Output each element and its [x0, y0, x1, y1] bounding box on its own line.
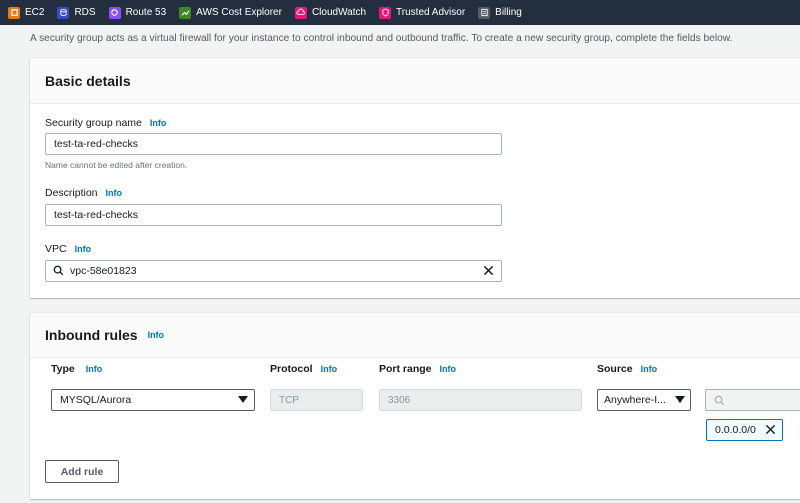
cloudwatch-icon	[294, 6, 307, 19]
favorites-bar: EC2 RDS Route 53 AWS Cost Explorer Cloud…	[0, 0, 800, 25]
rule-source-value: Anywhere-I...	[604, 394, 666, 406]
sg-name-input[interactable]: test-ta-red-checks	[45, 133, 502, 155]
inbound-rules-panel: Inbound rules Info Type Info Protocol In…	[30, 313, 800, 499]
col-type-header: Type Info	[51, 363, 102, 375]
search-icon	[53, 265, 64, 279]
col-port-info-link[interactable]: Info	[440, 364, 457, 374]
description-info-link[interactable]: Info	[106, 188, 123, 198]
vpc-value: vpc-58e01823	[70, 265, 137, 277]
trusted-advisor-icon	[379, 6, 392, 19]
favorite-label: RDS	[74, 7, 96, 18]
caret-down-icon	[675, 396, 685, 403]
sg-name-hint: Name cannot be edited after creation.	[45, 160, 188, 170]
favorite-label: AWS Cost Explorer	[196, 7, 282, 18]
description-input[interactable]: test-ta-red-checks	[45, 204, 502, 226]
cidr-token: 0.0.0.0/0	[706, 419, 783, 441]
col-protocol-header: Protocol Info	[270, 363, 337, 375]
favorite-label: EC2	[25, 7, 45, 18]
favorite-label: Trusted Advisor	[396, 7, 466, 18]
vpc-select[interactable]: vpc-58e01823	[45, 260, 502, 282]
favorite-trusted-advisor[interactable]: Trusted Advisor	[379, 0, 465, 25]
rule-port-field: 3306	[379, 389, 582, 411]
favorite-billing[interactable]: Billing	[478, 0, 522, 25]
col-port-header: Port range Info	[379, 363, 456, 375]
cidr-search-input[interactable]	[705, 389, 800, 411]
favorite-label: Route 53	[125, 7, 167, 18]
remove-token-icon[interactable]	[765, 424, 776, 438]
description-label: Description	[45, 187, 98, 199]
rds-icon	[57, 6, 70, 19]
search-icon	[714, 395, 725, 405]
basic-details-header: Basic details	[30, 58, 800, 104]
add-rule-button[interactable]: Add rule	[45, 460, 119, 483]
ec2-icon	[8, 6, 20, 19]
cidr-token-value: 0.0.0.0/0	[715, 424, 756, 436]
favorite-label: Billing	[495, 7, 522, 18]
col-protocol-info-link[interactable]: Info	[321, 364, 338, 374]
favorite-rds[interactable]: RDS	[57, 0, 96, 25]
basic-details-title: Basic details	[45, 72, 131, 89]
col-port-label: Port range	[379, 363, 432, 375]
col-source-label: Source	[597, 363, 633, 375]
caret-down-icon	[238, 396, 248, 403]
cost-explorer-icon	[179, 6, 192, 19]
rule-protocol-field: TCP	[270, 389, 363, 411]
favorite-ec2[interactable]: EC2	[8, 0, 44, 25]
sg-name-info-link[interactable]: Info	[150, 118, 167, 128]
col-type-info-link[interactable]: Info	[86, 364, 103, 374]
description-label-row: Description Info	[45, 187, 122, 199]
rule-type-value: MYSQL/Aurora	[60, 394, 132, 406]
inbound-rules-header: Inbound rules Info	[30, 313, 800, 358]
col-type-label: Type	[51, 363, 75, 375]
favorite-cost-explorer[interactable]: AWS Cost Explorer	[179, 0, 282, 25]
favorite-route53[interactable]: Route 53	[108, 0, 167, 25]
col-protocol-label: Protocol	[270, 363, 313, 375]
sg-name-label: Security group name	[45, 117, 142, 129]
clear-icon[interactable]	[483, 265, 494, 279]
inbound-rules-title: Inbound rules	[45, 327, 138, 343]
sg-name-label-row: Security group name Info	[45, 117, 166, 129]
favorite-cloudwatch[interactable]: CloudWatch	[294, 0, 367, 25]
rule-source-select[interactable]: Anywhere-I...	[597, 389, 691, 411]
intro-text: A security group acts as a virtual firew…	[30, 33, 733, 44]
basic-details-panel: Basic details Security group name Info t…	[30, 58, 800, 298]
vpc-label-row: VPC Info	[45, 243, 91, 255]
rule-type-select[interactable]: MYSQL/Aurora	[51, 389, 255, 411]
favorite-label: CloudWatch	[311, 7, 367, 18]
vpc-info-link[interactable]: Info	[75, 244, 92, 254]
inbound-rules-info-link[interactable]: Info	[148, 330, 165, 340]
col-source-header: Source Info	[597, 363, 657, 375]
col-source-info-link[interactable]: Info	[641, 364, 658, 374]
vpc-label: VPC	[45, 243, 67, 255]
billing-icon	[478, 6, 491, 19]
route53-icon	[108, 6, 121, 19]
